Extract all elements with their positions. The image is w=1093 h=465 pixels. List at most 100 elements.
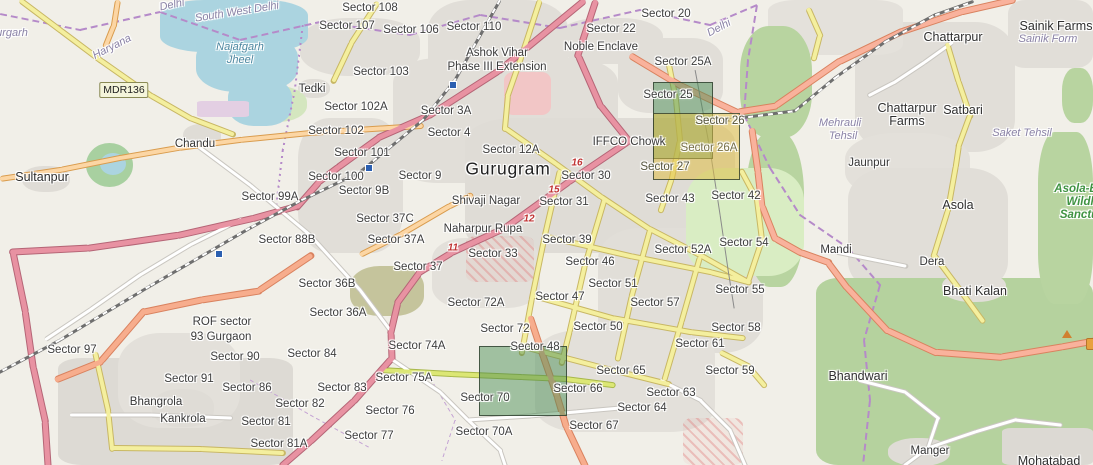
label-najafgarh: Najafgarh [216,41,264,53]
route-ref-11: 11 [447,242,459,254]
land-area [197,101,249,117]
admin-boundary-line [79,10,162,31]
label-sector-31: Sector 31 [539,196,589,208]
label-rof-sector: ROF sector [192,316,252,328]
label-sector-86: Sector 86 [222,382,272,394]
label-satbari: Satbari [943,103,983,117]
label-93-gurgaon: 93 Gurgaon [190,331,252,343]
label-sector-58: Sector 58 [711,322,761,334]
label-asola: Asola [942,198,974,212]
label-sector-48: Sector 48 [510,341,560,353]
label-sector-102a: Sector 102A [324,101,388,113]
road-line [199,288,262,303]
label-sector-37c: Sector 37C [356,213,414,225]
label-sector-37: Sector 37 [393,261,443,273]
label-sector-25a: Sector 25A [654,56,712,68]
metro-station-icon [365,164,373,172]
label-sector-81a: Sector 81A [250,438,308,450]
label-dera: Dera [919,256,945,268]
label-saket-tehsil: Saket Tehsil [992,127,1052,139]
label-sector-90: Sector 90 [210,351,260,363]
label-sultanpur: Sultanpur [15,170,69,184]
label-sector-65: Sector 65 [596,365,646,377]
label-sector-75a: Sector 75A [375,372,433,384]
label-gurugram: Gurugram [465,158,551,179]
label-sector-66: Sector 66 [553,383,603,395]
label-farms: Farms [889,114,925,128]
label-sector-51: Sector 51 [588,278,638,290]
label-bhandwari: Bhandwari [828,369,888,383]
label-sector-63: Sector 63 [646,387,696,399]
label-sector-42: Sector 42 [711,190,761,202]
label-tedki: Tedki [298,83,326,95]
road-line [70,413,152,417]
label-sector-99a: Sector 99A [241,191,299,203]
label-sector-26a: Sector 26A [680,142,738,154]
label-sector-74a: Sector 74A [388,340,446,352]
label-sainik-form: Sainik Form [1018,33,1078,45]
label-sector-101: Sector 101 [334,147,390,159]
label-sector-37a: Sector 37A [367,234,425,246]
road-ref-badge-mdr136: MDR136 [99,82,149,98]
label-sector-54: Sector 54 [719,237,769,249]
road-line [139,242,193,277]
metro-station-icon [449,81,457,89]
label-asola-b: Asola-B [1054,183,1093,195]
label-sector-52a: Sector 52A [654,244,712,256]
label-sector-72: Sector 72 [480,323,530,335]
label-sector-39: Sector 39 [542,234,592,246]
label-delhi: Delhi [705,16,733,40]
label-mandi: Mandi [820,244,852,256]
highlight-box-sector-70[interactable] [479,346,567,416]
label-sector-26: Sector 26 [695,115,745,127]
label-mohatabad: Mohatabad [1017,454,1081,465]
label-sector-70: Sector 70 [460,392,510,404]
label-sector-57: Sector 57 [630,297,680,309]
label-sector-110: Sector 110 [446,21,502,33]
label-kankrola: Kankrola [160,413,206,425]
label-iffco-chowk: IFFCO Chowk [592,136,666,148]
label-mehrauli: Mehrauli [818,117,862,129]
label-manger: Manger [910,445,950,457]
label-sainik-farms: Sainik Farms [1019,19,1093,33]
label-sector-81: Sector 81 [241,416,291,428]
label-sector-27: Sector 27 [640,161,690,173]
label-sector-36a: Sector 36A [309,307,367,319]
label-sector-9b: Sector 9B [338,185,390,197]
label-sector-20: Sector 20 [641,8,691,20]
admin-boundary-line [441,419,456,461]
label-sector-83: Sector 83 [317,382,367,394]
road-line [86,232,181,251]
label-sector-100: Sector 100 [308,171,364,183]
label-phase-iii-extension: Phase III Extension [447,61,547,73]
label-urgarh: urgarh [0,27,28,39]
label-sector-47: Sector 47 [535,291,585,303]
label-sector-107: Sector 107 [319,20,375,32]
label-sector-12a: Sector 12A [482,144,540,156]
map-canvas[interactable]: DelhiSouth West DelhiHaryanaurgarhNajafg… [0,0,1093,465]
land-area [1062,68,1093,123]
label-ashok-vihar: Ashok Vihar [466,47,528,59]
label-sector-46: Sector 46 [565,256,615,268]
label-sector-88b: Sector 88B [258,234,316,246]
label-sector-55: Sector 55 [715,284,765,296]
label-sector-22: Sector 22 [586,23,636,35]
road-ref-badge [1086,338,1093,350]
label-sector-61: Sector 61 [675,338,725,350]
label-bhangrola: Bhangrola [129,396,183,408]
label-naharpur-rupa: Naharpur Rupa [443,223,523,235]
label-sector-102: Sector 102 [308,125,364,137]
label-sector-67: Sector 67 [569,420,619,432]
label-sector-33: Sector 33 [468,248,518,260]
label-sector-108: Sector 108 [342,2,398,14]
label-shivaji-nagar: Shivaji Nagar [451,195,521,207]
label-sector-59: Sector 59 [705,365,755,377]
label-sector-91: Sector 91 [164,373,214,385]
label-sector-3a: Sector 3A [420,105,472,117]
label-sector-25: Sector 25 [643,89,693,101]
label-jheel: Jheel [226,54,254,66]
label-sector-106: Sector 106 [383,24,439,36]
label-sector-103: Sector 103 [353,66,409,78]
label-sector-36b: Sector 36B [298,278,356,290]
label-sector-76: Sector 76 [365,405,415,417]
